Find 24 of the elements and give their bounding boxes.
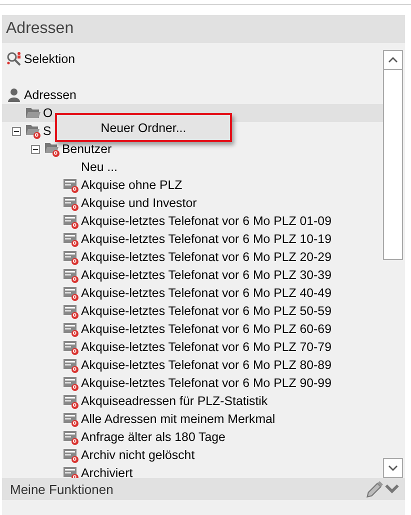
tree-label: Akquise ohne PLZ — [81, 178, 182, 192]
tree-label: Akquiseadressen für PLZ-Statistik — [81, 394, 268, 408]
tree-label: Archiviert — [81, 466, 133, 478]
tree-label: Adressen — [24, 88, 76, 102]
tree-label: S — [43, 124, 52, 138]
tree-label: Akquise und Investor — [81, 196, 197, 210]
tree-label: O — [43, 106, 53, 120]
tree-label: Akquise-letztes Telefonat vor 6 Mo PLZ 70-79 — [81, 340, 332, 354]
tree-label: Neu ... — [81, 160, 118, 174]
tree-label: Akquise-letztes Telefonat vor 6 Mo PLZ 40-49 — [81, 286, 332, 300]
tree-label: Akquise-letztes Telefonat vor 6 Mo PLZ 90-99 — [81, 376, 332, 390]
tree-label: Anfrage älter als 180 Tage — [81, 430, 226, 444]
tree-label: Benutzer — [62, 142, 112, 156]
panel-title: Adressen — [6, 20, 74, 38]
tree-label: Akquise-letztes Telefonat vor 6 Mo PLZ 50-59 — [81, 304, 332, 318]
tree-label: Alle Adressen mit meinem Merkmal — [81, 412, 276, 426]
tree-label: Archiv nicht gelöscht — [81, 448, 195, 462]
tree-label: Akquise-letztes Telefonat vor 6 Mo PLZ 10-19 — [81, 232, 332, 246]
tree-label: Akquise-letztes Telefonat vor 6 Mo PLZ 80-89 — [81, 358, 332, 372]
tree-label: Akquise-letztes Telefonat vor 6 Mo PLZ 20-29 — [81, 250, 332, 264]
tree-label: Akquise-letztes Telefonat vor 6 Mo PLZ 60-69 — [81, 322, 332, 336]
tree-label: Akquise-letztes Telefonat vor 6 Mo PLZ 30-39 — [81, 268, 332, 282]
section-title: Meine Funktionen — [10, 482, 114, 496]
tree-label: Akquise-letztes Telefonat vor 6 Mo PLZ 01-09 — [81, 214, 332, 228]
